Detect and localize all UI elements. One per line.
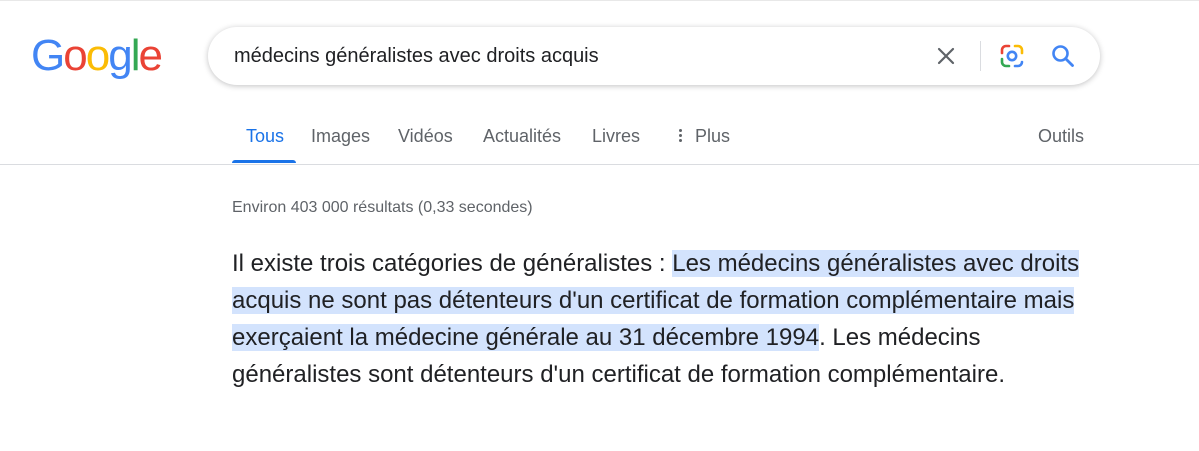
tabs-divider bbox=[0, 164, 1199, 165]
tab-videos[interactable]: Vidéos bbox=[398, 126, 453, 147]
search-input[interactable]: médecins généralistes avec droits acquis bbox=[234, 27, 599, 85]
featured-snippet: Il existe trois catégories de généralist… bbox=[232, 245, 1092, 393]
search-icon[interactable] bbox=[1050, 43, 1076, 69]
more-vert-icon bbox=[679, 127, 683, 144]
tab-more[interactable]: Plus bbox=[679, 126, 730, 147]
tab-images[interactable]: Images bbox=[311, 126, 370, 147]
search-results-page: Google médecins généralistes avec droits… bbox=[0, 0, 1199, 451]
search-box[interactable]: médecins généralistes avec droits acquis bbox=[208, 27, 1100, 85]
search-divider bbox=[980, 41, 981, 71]
tab-books[interactable]: Livres bbox=[592, 126, 640, 147]
tab-news[interactable]: Actualités bbox=[483, 126, 561, 147]
search-tabs: Tous Images Vidéos Actualités Livres Plu… bbox=[0, 120, 1199, 164]
google-logo[interactable]: Google bbox=[31, 31, 163, 80]
top-border bbox=[0, 0, 1199, 1]
logo-letter: o bbox=[85, 31, 111, 80]
tab-all[interactable]: Tous bbox=[246, 126, 284, 147]
result-stats: Environ 403 000 résultats (0,33 secondes… bbox=[232, 199, 533, 216]
tab-tools[interactable]: Outils bbox=[1038, 126, 1084, 147]
logo-letter: e bbox=[138, 31, 163, 80]
active-tab-indicator bbox=[232, 160, 296, 163]
logo-letter: l bbox=[130, 31, 141, 80]
logo-letter: o bbox=[63, 31, 88, 80]
logo-letter: G bbox=[31, 31, 65, 80]
snippet-intro: Il existe trois catégories de généralist… bbox=[232, 250, 673, 277]
google-lens-icon[interactable] bbox=[998, 42, 1026, 70]
close-icon[interactable] bbox=[934, 44, 958, 68]
logo-letter: g bbox=[108, 31, 133, 80]
tab-more-label: Plus bbox=[695, 126, 731, 146]
